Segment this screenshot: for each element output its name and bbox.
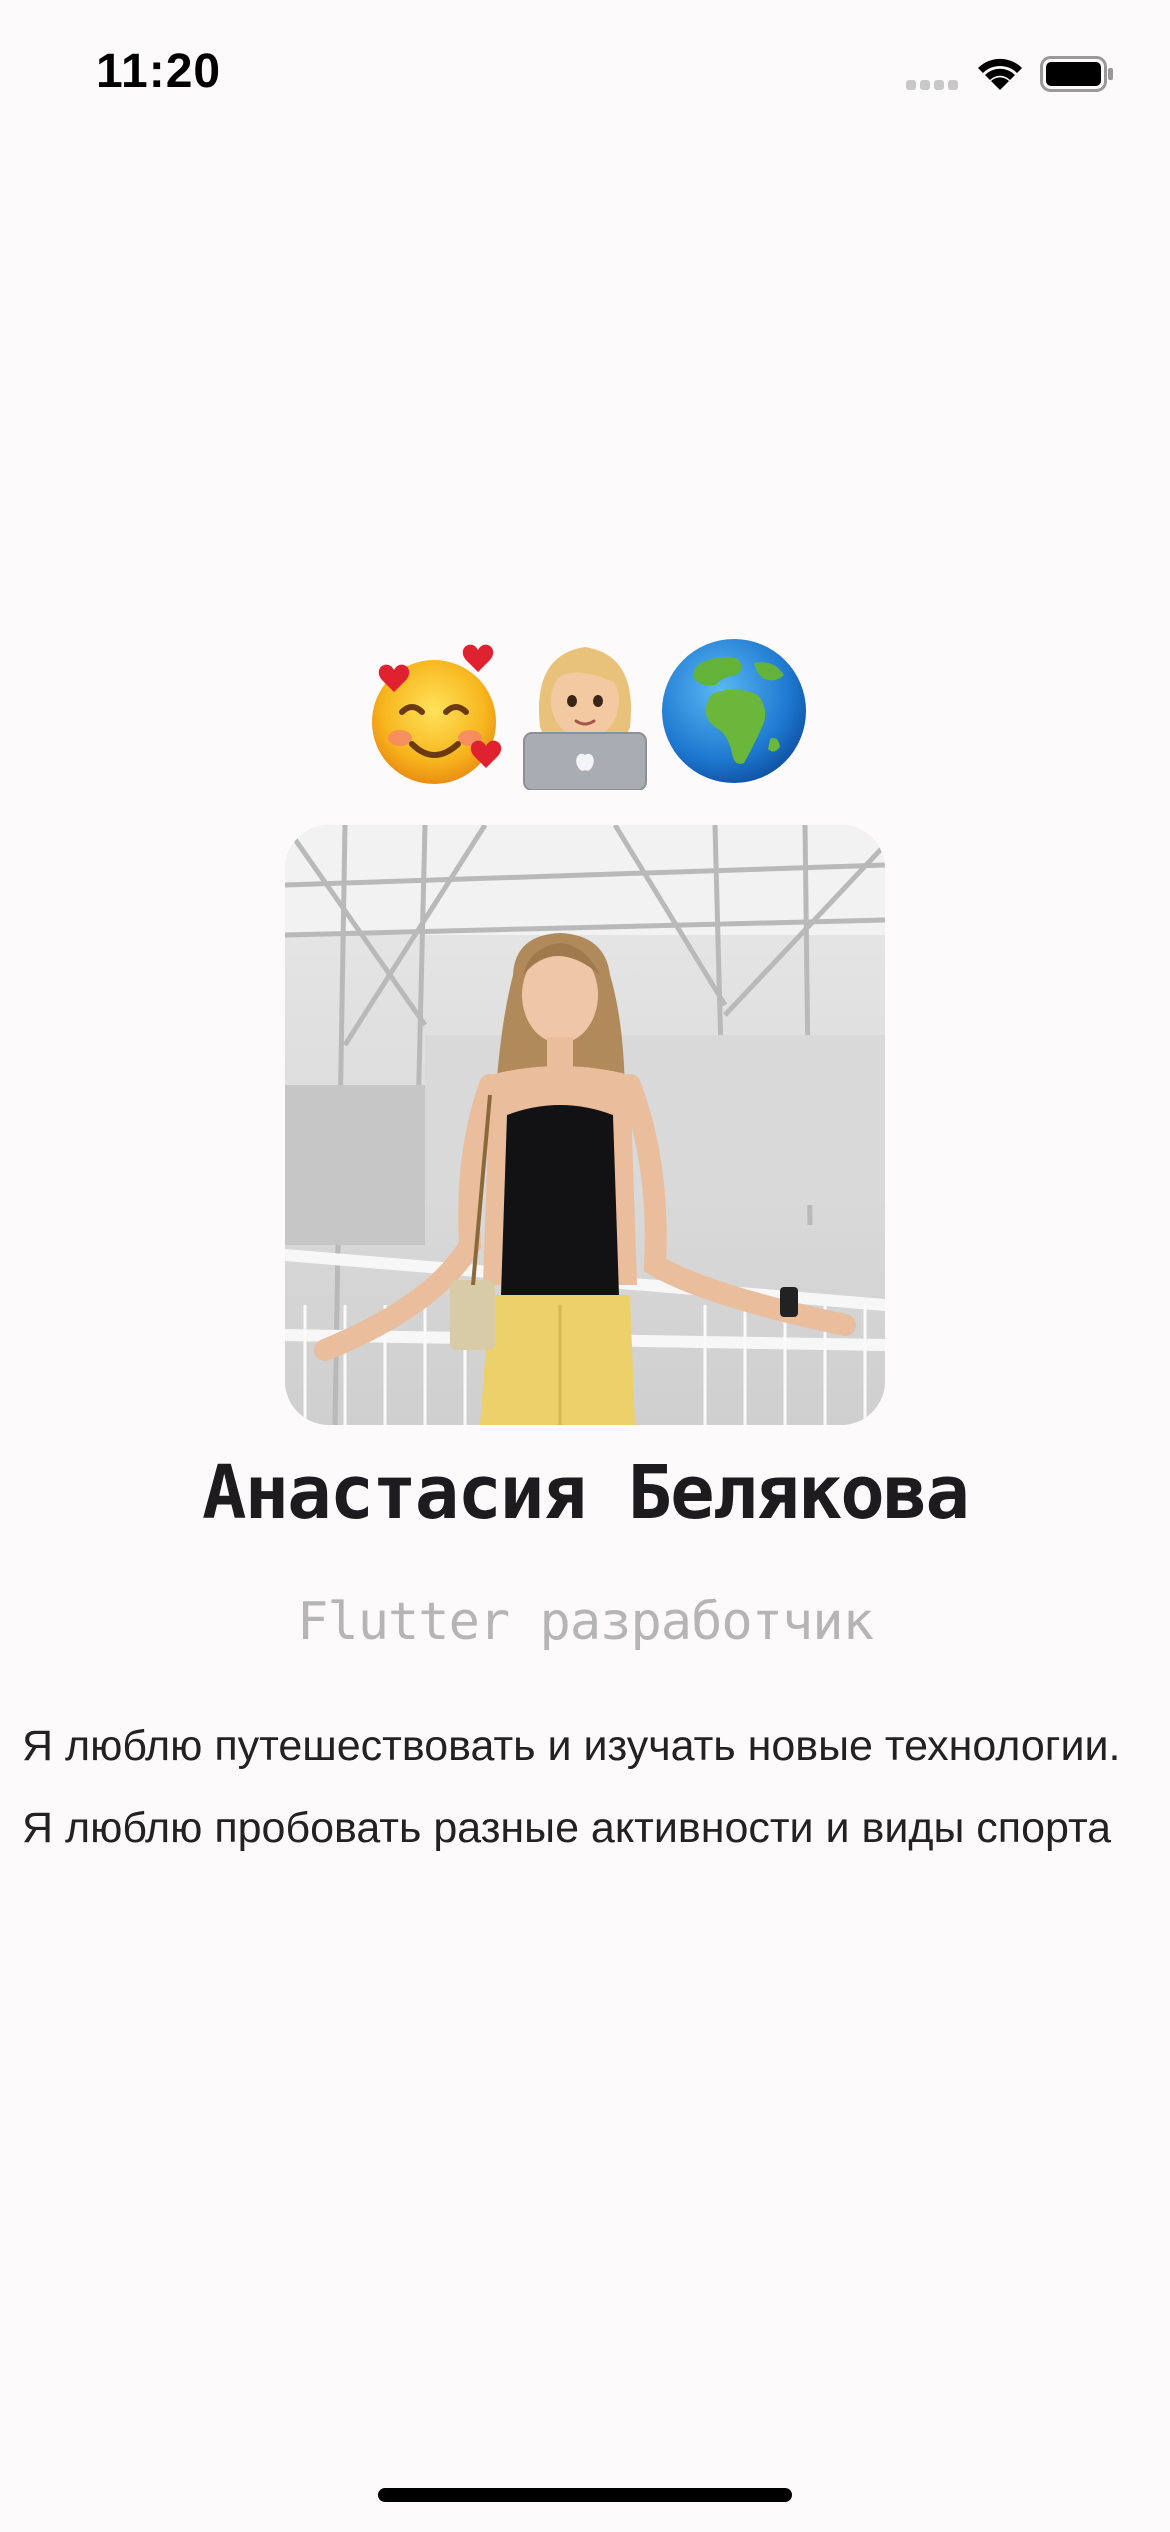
globe-icon: [662, 639, 806, 783]
status-bar: 11:20: [0, 0, 1170, 140]
wifi-icon: [978, 58, 1022, 90]
emoji-row: [0, 630, 1170, 790]
smiling-face-with-hearts-icon: [372, 644, 502, 784]
profile-photo-image: [285, 825, 885, 1425]
status-time: 11:20: [96, 45, 222, 98]
profile-photo: [285, 825, 885, 1425]
profile-name: Анастасия Белякова: [202, 1450, 970, 1536]
battery-icon: [1040, 56, 1113, 92]
home-indicator[interactable]: [378, 2488, 792, 2502]
woman-technologist-icon: [523, 647, 647, 790]
bio-line: Я люблю путешествовать и изучать новые т…: [22, 1722, 1121, 1770]
cellular-signal-icon: [906, 80, 960, 92]
profile-role: Flutter разработчик: [297, 1592, 874, 1652]
bio-line: Я люблю пробовать разные активности и ви…: [22, 1804, 1112, 1852]
